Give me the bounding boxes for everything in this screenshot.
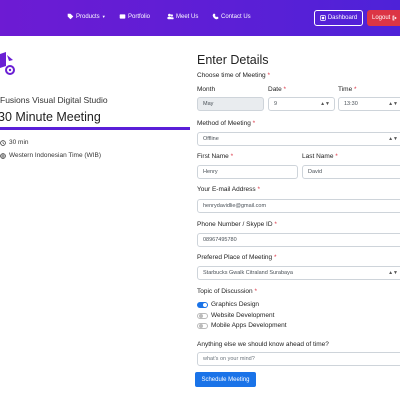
topic-option-website[interactable]: Website Development [197,312,274,319]
caret-down-icon: ▼ [101,14,106,19]
topic-option-graphics[interactable]: Graphics Design [197,301,259,308]
tags-icon [67,13,74,20]
first-name-input[interactable]: Henry [197,165,298,179]
time-sub-label: Time * [338,86,357,93]
last-name-label: Last Name * [302,153,338,160]
nav-products-label: Products [76,13,100,20]
topic-label-text: Website Development [211,312,275,319]
nav-contact-us-label: Contact Us [221,13,251,20]
dashboard-icon [320,15,326,21]
toggle-switch[interactable] [197,312,208,319]
form-title: Enter Details [197,53,269,67]
duration-line: 30 min [0,139,29,146]
timezone-line: Western Indonesian Time (WIB) [0,152,101,159]
method-select[interactable]: Offline ▲▼ [197,132,400,146]
last-name-input[interactable]: David [302,165,400,179]
month-field: May [197,97,264,111]
time-label: Choose time of Meeting * [197,72,270,79]
select-caret-icon: ▲▼ [388,136,398,142]
dashboard-button[interactable]: Dashboard [314,10,363,26]
email-input[interactable]: henrydavidlie@gmail.com [197,199,400,213]
topic-label-text: Graphics Design [211,301,260,308]
place-select[interactable]: Starbucks Gwalk Citraland Surabaya ▲▼ [197,266,400,280]
users-icon [167,13,174,20]
place-label: Prefered Place of Meeting * [197,254,277,261]
studio-name: Fusions Visual Digital Studio [0,95,108,105]
clock-icon [0,139,6,146]
topic-label-text: Mobile Apps Development [211,322,287,329]
phone-input[interactable]: 08967495780 [197,233,400,247]
toggle-switch[interactable] [197,301,208,308]
topic-option-mobile[interactable]: Mobile Apps Development [197,322,287,329]
schedule-meeting-button[interactable]: Schedule Meeting [195,372,256,387]
meeting-title: 30 Minute Meeting [0,110,101,124]
nav-meet-us-label: Meet Us [176,13,199,20]
navbar: Products ▼ Portfolio Meet Us Contact Us … [0,0,400,36]
logout-button[interactable]: Logout [367,10,400,26]
select-caret-icon: ▲▼ [388,101,398,107]
time-select[interactable]: 13:30 ▲▼ [338,97,400,111]
first-name-label: First Name * [197,153,234,160]
toggle-switch[interactable] [197,322,208,329]
dashboard-label: Dashboard [327,15,358,21]
email-label: Your E-mail Address * [197,186,260,193]
title-underline [0,127,190,130]
phone-label: Phone Number / Skype ID * [197,221,277,228]
duration-text: 30 min [9,139,29,146]
brand-logo-icon [0,52,15,75]
nav-products[interactable]: Products ▼ [67,13,106,20]
nav-portfolio-label: Portfolio [128,13,151,20]
month-label: Month [197,86,216,93]
date-select[interactable]: 9 ▲▼ [268,97,335,111]
select-caret-icon: ▲▼ [320,101,330,107]
images-icon [119,14,126,19]
nav-contact-us[interactable]: Contact Us [212,13,251,20]
method-label: Method of Meeting * [197,120,256,127]
globe-icon [0,152,6,159]
phone-icon [212,13,219,20]
date-label: Date * [268,86,287,93]
sign-out-icon [392,15,398,21]
logout-label: Logout [372,15,391,21]
timezone-text: Western Indonesian Time (WIB) [9,152,101,159]
nav-portfolio[interactable]: Portfolio [119,13,150,20]
nav-meet-us[interactable]: Meet Us [167,13,198,20]
select-caret-icon: ▲▼ [388,270,398,276]
extra-input[interactable]: what's on your mind? [197,352,400,366]
topic-label: Topic of Discussion * [197,288,257,295]
extra-label: Anything else we should know ahead of ti… [197,341,329,348]
